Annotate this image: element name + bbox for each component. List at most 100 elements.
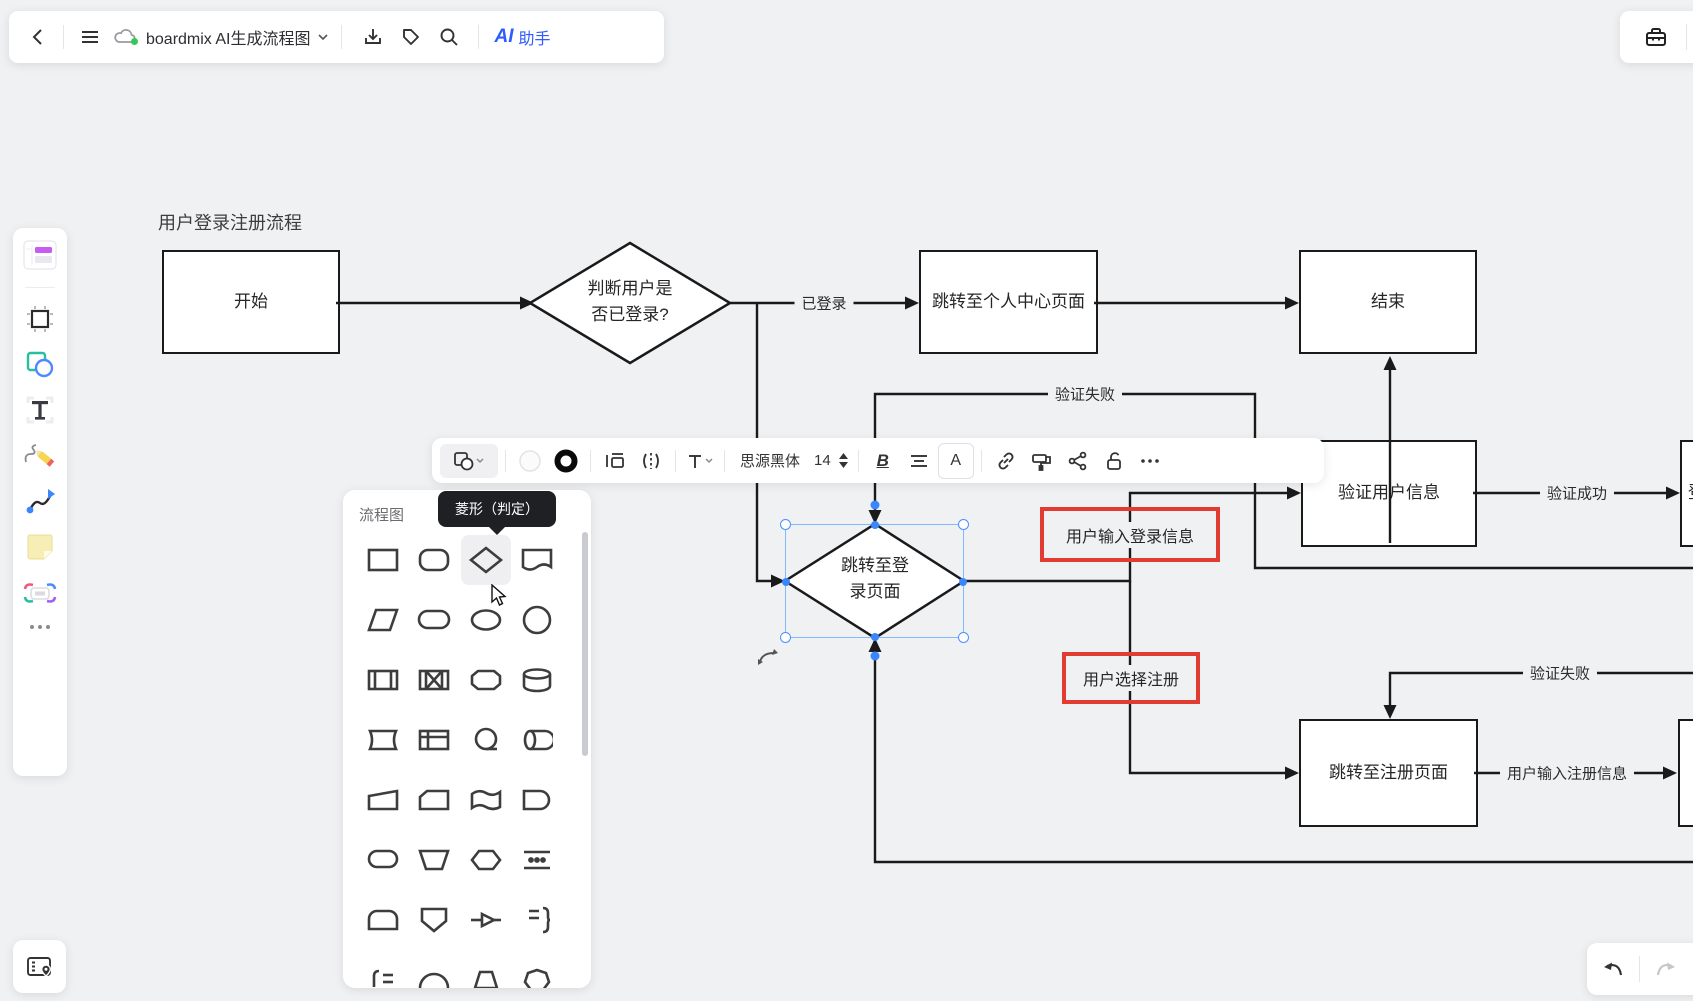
text-style-button[interactable] xyxy=(683,444,717,478)
edge-label-logged-in[interactable]: 已登录 xyxy=(794,290,854,316)
shapes-tool-button[interactable] xyxy=(25,350,55,378)
shape-heptagon[interactable] xyxy=(512,955,562,988)
shape-manual-operation[interactable] xyxy=(358,775,408,825)
edge-label-verify-fail-bottom[interactable]: 验证失败 xyxy=(1522,660,1598,686)
resize-icon xyxy=(606,452,624,468)
resize-button[interactable] xyxy=(598,444,632,478)
shape-database-cylinder[interactable] xyxy=(512,655,562,705)
minimap-button[interactable] xyxy=(13,940,66,993)
text-tool-button[interactable] xyxy=(25,395,55,425)
share-node-icon xyxy=(1068,451,1087,470)
flow-node-personal-center[interactable]: 跳转至个人中心页面 xyxy=(919,250,1098,354)
shape-stadium[interactable] xyxy=(409,595,459,645)
shape-magnetic-disk[interactable] xyxy=(461,715,511,765)
shape-display[interactable] xyxy=(512,535,562,585)
flow-node-check-login-label[interactable]: 判断用户是 否已登录? xyxy=(545,276,715,329)
toolbox-button[interactable] xyxy=(1638,19,1674,55)
selection-side-left[interactable] xyxy=(782,578,790,586)
flip-horizontal-button[interactable] xyxy=(634,444,668,478)
text-color-button[interactable]: A xyxy=(937,442,974,479)
shape-rounded-rectangle[interactable] xyxy=(409,535,459,585)
pen-tool-button[interactable] xyxy=(24,442,56,470)
undo-button[interactable] xyxy=(1597,952,1631,986)
shapes-panel-scrollbar[interactable] xyxy=(582,532,588,756)
redo-button[interactable] xyxy=(1648,952,1682,986)
shape-collate-rectangle[interactable] xyxy=(409,655,459,705)
edge-label-verify-success[interactable]: 验证成功 xyxy=(1539,480,1615,506)
shape-page-break[interactable] xyxy=(512,835,562,885)
shape-hexagon[interactable] xyxy=(461,835,511,885)
shape-style-button[interactable] xyxy=(440,443,498,478)
format-painter-button[interactable] xyxy=(1025,444,1059,478)
shape-direct-access-storage[interactable] xyxy=(512,715,562,765)
shape-card[interactable] xyxy=(409,775,459,825)
shape-predefined-process[interactable] xyxy=(358,655,408,705)
shape-terminator[interactable] xyxy=(358,835,408,885)
fill-color-button[interactable] xyxy=(513,444,547,478)
templates-button[interactable] xyxy=(23,240,57,270)
shape-brace-right[interactable] xyxy=(512,895,562,945)
selection-box[interactable] xyxy=(780,519,969,643)
selection-corner-nw[interactable] xyxy=(780,519,791,530)
board-title[interactable]: boardmix AI生成流程图 xyxy=(146,25,311,49)
selection-side-right[interactable] xyxy=(959,578,967,586)
selection-side-bottom[interactable] xyxy=(871,633,879,641)
selection-side-top[interactable] xyxy=(871,521,879,529)
mindmap-tool-button[interactable] xyxy=(23,579,57,607)
flow-node-verify-user[interactable]: 验证用户信息 xyxy=(1301,440,1477,547)
flow-node-partial-bottom-right[interactable] xyxy=(1678,719,1693,827)
shape-punched-card[interactable] xyxy=(358,715,408,765)
align-button[interactable] xyxy=(902,444,936,478)
selection-corner-se[interactable] xyxy=(958,632,969,643)
shape-merge-arrow[interactable] xyxy=(461,895,511,945)
flow-node-end[interactable]: 结束 xyxy=(1299,250,1477,354)
sticky-note-button[interactable] xyxy=(25,532,55,562)
shape-shield[interactable] xyxy=(409,895,459,945)
stroke-color-button[interactable] xyxy=(549,444,583,478)
flow-node-register-page[interactable]: 跳转至注册页面 xyxy=(1299,719,1478,827)
shape-semicircle[interactable] xyxy=(409,955,459,988)
font-family-select[interactable]: 思源黑体 xyxy=(732,450,808,471)
download-button[interactable] xyxy=(354,19,392,55)
font-size-stepper[interactable] xyxy=(837,444,851,478)
title-chevron-down-icon[interactable] xyxy=(317,33,329,41)
shape-trapezoid[interactable] xyxy=(461,955,511,988)
edge-label-input-login-highlighted[interactable]: 用户输入登录信息 xyxy=(1040,507,1220,562)
rotate-handle-icon[interactable] xyxy=(756,646,780,670)
shape-flag-document[interactable] xyxy=(461,775,511,825)
search-button[interactable] xyxy=(430,19,468,55)
flow-node-partial-top-right[interactable]: 登 xyxy=(1680,440,1693,547)
edge-label-verify-fail-top[interactable]: 验证失败 xyxy=(1047,381,1123,407)
sidebar-more-button[interactable] xyxy=(29,624,51,630)
shape-prepare-octagon[interactable] xyxy=(461,655,511,705)
selection-corner-sw[interactable] xyxy=(780,632,791,643)
edge-label-input-register[interactable]: 用户输入注册信息 xyxy=(1499,760,1635,786)
bold-button[interactable]: B xyxy=(866,444,900,478)
shape-circle[interactable] xyxy=(512,595,562,645)
edge-label-choose-register-highlighted[interactable]: 用户选择注册 xyxy=(1062,652,1200,704)
shape-delay[interactable] xyxy=(512,775,562,825)
shape-rectangle[interactable] xyxy=(358,535,408,585)
back-button[interactable] xyxy=(19,19,55,55)
connector-tool-button[interactable] xyxy=(25,487,55,515)
frame-tool-button[interactable] xyxy=(26,305,54,333)
flow-node-start[interactable]: 开始 xyxy=(162,250,340,354)
flow-title[interactable]: 用户登录注册流程 xyxy=(158,209,302,235)
shape-arch[interactable] xyxy=(358,895,408,945)
shape-diamond-decision[interactable] xyxy=(460,535,511,585)
font-size-value[interactable]: 14 xyxy=(810,452,835,469)
unlock-button[interactable] xyxy=(1097,444,1131,478)
shape-parallelogram[interactable] xyxy=(358,595,408,645)
menu-button[interactable] xyxy=(72,19,108,55)
ai-assistant-button[interactable]: AI 助手 xyxy=(489,25,557,49)
shape-internal-storage[interactable] xyxy=(409,715,459,765)
shape-brace-left[interactable] xyxy=(358,955,408,988)
more-button[interactable] xyxy=(1133,444,1167,478)
share-node-button[interactable] xyxy=(1061,444,1095,478)
tag-icon xyxy=(402,29,419,45)
selection-corner-ne[interactable] xyxy=(958,519,969,530)
tag-button[interactable] xyxy=(392,19,430,55)
boardmix-canvas[interactable]: 用户登录注册流程 开始 跳转至个人中心页面 结束 验证用户信息 跳转至注册页面 … xyxy=(0,0,1693,1001)
shape-inverted-trapezoid[interactable] xyxy=(409,835,459,885)
link-button[interactable] xyxy=(989,444,1023,478)
